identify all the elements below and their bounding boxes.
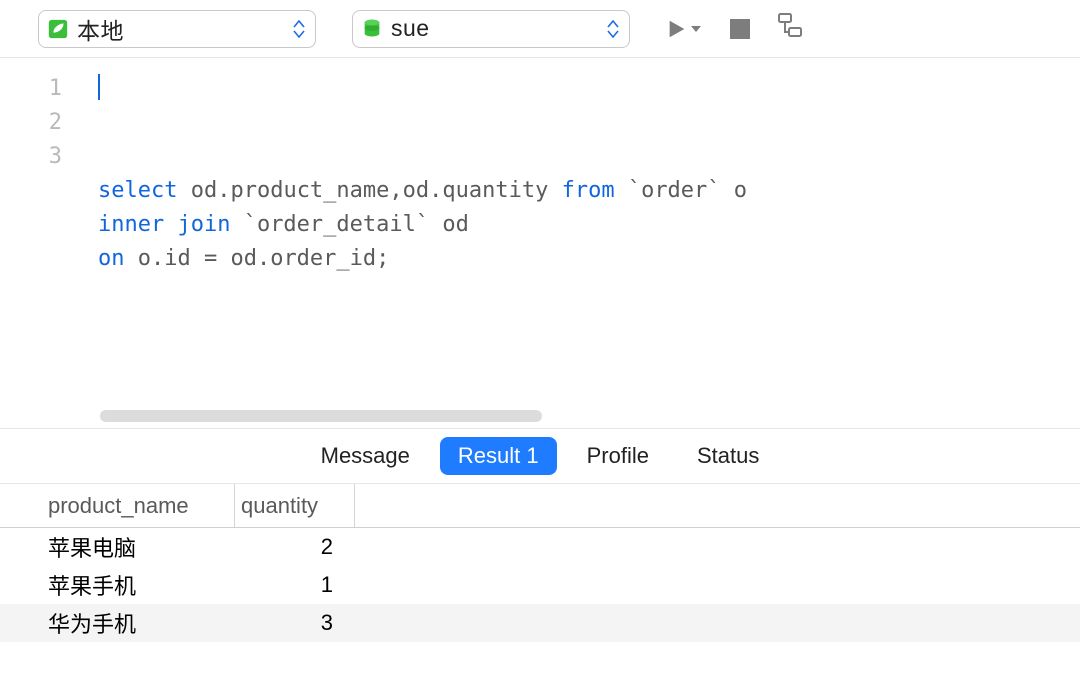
line-gutter: 123: [0, 58, 84, 428]
table-row[interactable]: 苹果手机1: [0, 566, 1080, 604]
result-grid: product_namequantity苹果电脑2苹果手机1华为手机3: [0, 484, 1080, 642]
database-icon: [359, 18, 385, 40]
table-row[interactable]: 华为手机3: [0, 604, 1080, 642]
chevron-updown-icon: [607, 17, 623, 41]
column-header[interactable]: product_name: [0, 484, 235, 527]
column-header[interactable]: quantity: [235, 484, 355, 527]
cell-quantity: 2: [235, 528, 355, 566]
connection-selector[interactable]: 本地: [38, 10, 316, 48]
database-label: sue: [385, 15, 607, 42]
stop-button[interactable]: [730, 19, 750, 39]
table-header: product_namequantity: [0, 484, 1080, 528]
tab-message[interactable]: Message: [303, 437, 428, 475]
cell-quantity: 3: [235, 604, 355, 642]
explain-button[interactable]: [778, 13, 808, 44]
line-number: 3: [0, 140, 62, 174]
cell-product-name: 华为手机: [0, 604, 235, 642]
code-line: inner join `order_detail` od: [98, 208, 1070, 242]
horizontal-scrollbar[interactable]: [100, 410, 1060, 422]
toolbar: 本地 sue: [0, 0, 1080, 58]
cell-quantity: 1: [235, 566, 355, 604]
code-area[interactable]: select od.product_name,od.quantity from …: [84, 58, 1080, 428]
cell-product-name: 苹果电脑: [0, 528, 235, 566]
toolbar-actions: [666, 13, 808, 44]
text-cursor: [98, 74, 100, 100]
sql-editor[interactable]: 123 select od.product_name,od.quantity f…: [0, 58, 1080, 428]
scrollbar-thumb[interactable]: [100, 410, 542, 422]
line-number: 1: [0, 72, 62, 106]
result-tabs: Message Result 1 Profile Status: [0, 428, 1080, 484]
database-selector[interactable]: sue: [352, 10, 630, 48]
code-line: on o.id = od.order_id;: [98, 242, 1070, 276]
tab-profile[interactable]: Profile: [569, 437, 667, 475]
connection-label: 本地: [71, 12, 293, 46]
cell-product-name: 苹果手机: [0, 566, 235, 604]
table-row[interactable]: 苹果电脑2: [0, 528, 1080, 566]
tab-status[interactable]: Status: [679, 437, 777, 475]
line-number: 2: [0, 106, 62, 140]
chevron-updown-icon: [293, 17, 309, 41]
leaf-icon: [45, 18, 71, 40]
run-button[interactable]: [666, 18, 702, 40]
tab-result-1[interactable]: Result 1: [440, 437, 557, 475]
code-line: select od.product_name,od.quantity from …: [98, 174, 1070, 208]
